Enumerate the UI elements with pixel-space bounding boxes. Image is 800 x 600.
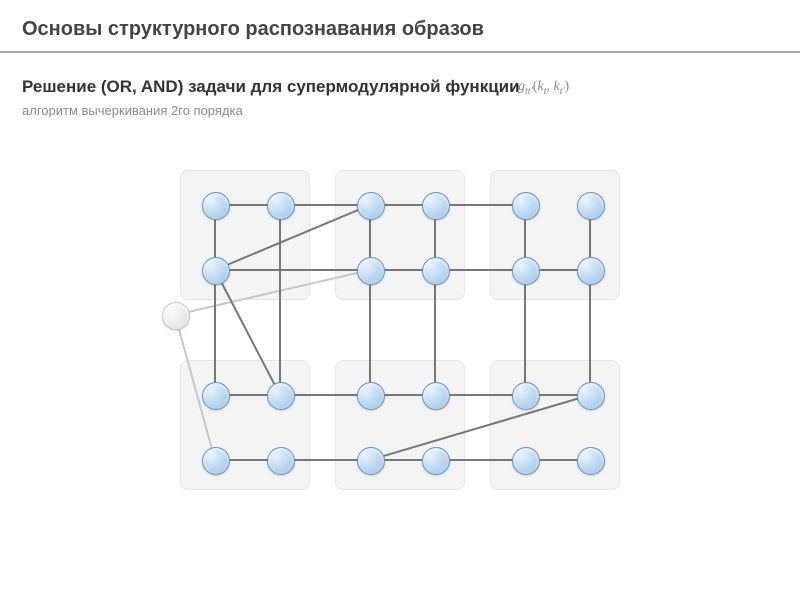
- node: [422, 257, 450, 285]
- node: [577, 382, 605, 410]
- node: [512, 257, 540, 285]
- edge: [215, 205, 370, 270]
- algorithm-label: алгоритм вычеркивания 2го порядка: [0, 101, 800, 118]
- node: [577, 192, 605, 220]
- node: [267, 192, 295, 220]
- node: [577, 447, 605, 475]
- edges-layer: [160, 170, 640, 570]
- node: [202, 192, 230, 220]
- node: [422, 192, 450, 220]
- formula: gtt'(kt, kt'): [518, 79, 569, 97]
- subtitle: Решение (OR, AND) задачи для супермодуля…: [22, 77, 520, 96]
- node: [512, 447, 540, 475]
- page-title: Основы структурного распознавания образо…: [0, 0, 800, 51]
- formula-sub: tt': [525, 86, 533, 97]
- node-faded: [162, 302, 190, 330]
- node: [267, 447, 295, 475]
- formula-g: g: [518, 79, 525, 94]
- node: [357, 447, 385, 475]
- node: [422, 382, 450, 410]
- node: [512, 382, 540, 410]
- node: [357, 257, 385, 285]
- node: [202, 382, 230, 410]
- node: [357, 192, 385, 220]
- node: [267, 382, 295, 410]
- node: [202, 447, 230, 475]
- node: [512, 192, 540, 220]
- graph-diagram: [160, 170, 640, 570]
- paren-close: ): [565, 79, 570, 94]
- node: [202, 257, 230, 285]
- slide: Основы структурного распознавания образо…: [0, 0, 800, 600]
- edge: [370, 395, 590, 460]
- edge: [215, 270, 280, 395]
- node: [577, 257, 605, 285]
- node: [422, 447, 450, 475]
- node: [357, 382, 385, 410]
- subtitle-block: Решение (OR, AND) задачи для супермодуля…: [0, 53, 800, 101]
